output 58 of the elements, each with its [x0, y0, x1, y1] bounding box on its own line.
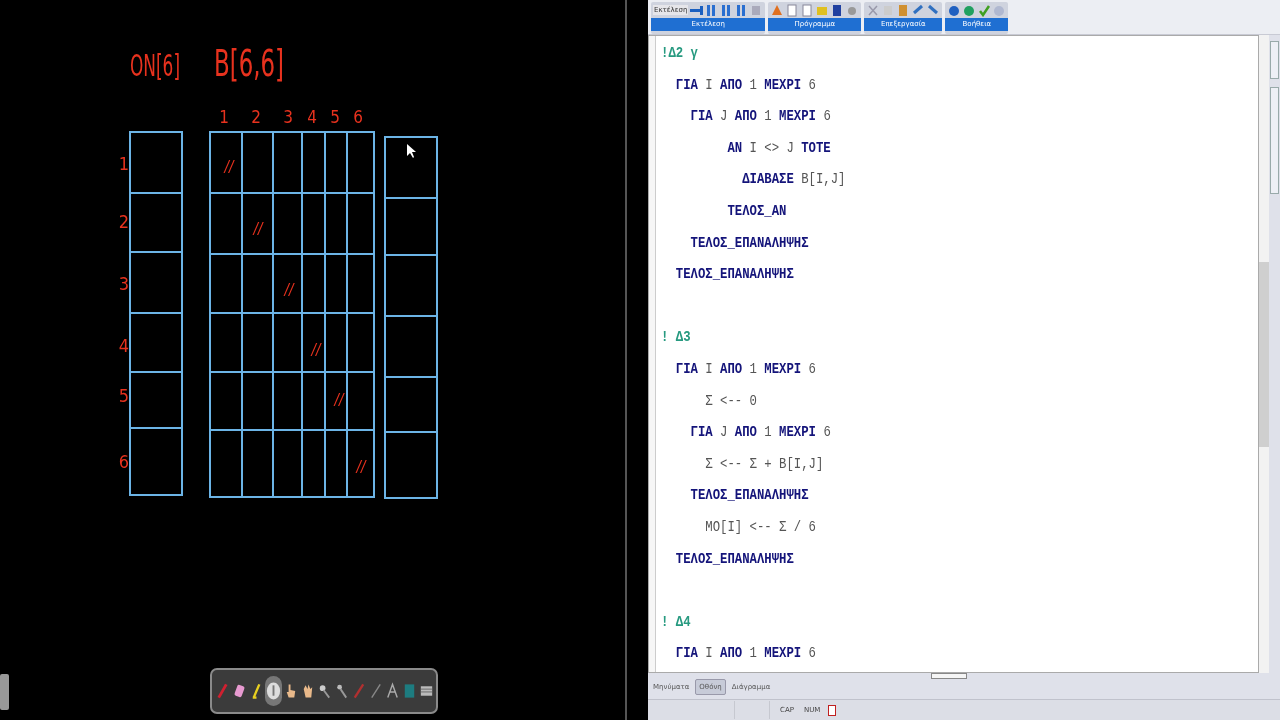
triangle-icon: [770, 3, 785, 17]
circle-icon: [962, 3, 977, 17]
handwritten-mark: //: [356, 458, 366, 476]
code-line: ΓΙΑ I ΑΠΟ 1 ΜΕΧΡΙ 6: [674, 359, 817, 380]
comment-line: ! Δ4: [661, 611, 692, 633]
tool-button[interactable]: [264, 676, 282, 706]
disk-icon: [264, 681, 282, 701]
column-number: 1: [219, 107, 229, 127]
code-line: ΜΟ[I] <-- Σ / 6: [704, 516, 817, 538]
page-icon: [800, 3, 815, 17]
row-number: 1: [118, 153, 130, 174]
code-line: ΓΙΑ J ΑΠΟ 1 ΜΕΧΡΙ 6: [689, 422, 832, 443]
side-tab[interactable]: [1270, 87, 1279, 194]
cut-icon: [866, 3, 881, 17]
scrollbar[interactable]: [1259, 35, 1269, 673]
handwritten-label: ON[6]: [130, 48, 210, 83]
slider-icon: [689, 3, 704, 17]
handwritten-mark: //: [311, 341, 321, 359]
code-line: ΤΕΛΟΣ_ΑΝ: [726, 201, 788, 222]
column-number: 5: [330, 107, 340, 127]
comment-line: !Δ2 γ: [661, 43, 699, 64]
page-icon: [785, 3, 800, 17]
row-number: 6: [118, 451, 130, 472]
handwritten-mark: //: [224, 158, 234, 176]
row-number: 5: [118, 385, 130, 406]
handwritten-label: B[6,6]: [214, 41, 319, 85]
row-number: 3: [118, 273, 130, 294]
code-line: ΤΕΛΟΣ_ΕΠΑΝΑΛΗΨΗΣ: [674, 548, 795, 570]
code-line: Σ <-- Σ + B[I,J]: [704, 453, 825, 475]
code-line: ΤΕΛΟΣ_ΕΠΑΝΑΛΗΨΗΣ: [689, 232, 810, 254]
cursor-icon: [407, 144, 416, 158]
check-icon: [977, 3, 992, 17]
column-number: 2: [251, 107, 261, 127]
document-icon: [828, 704, 837, 716]
column-number: 4: [307, 107, 317, 127]
code-line: Σ <-- 0: [704, 390, 758, 412]
code-line: ΤΕΛΟΣ_ΕΠΑΝΑΛΗΨΗΣ: [674, 264, 795, 285]
side-tab[interactable]: [1270, 41, 1279, 79]
code-editor[interactable]: [648, 35, 1259, 673]
side-handle[interactable]: [0, 674, 9, 710]
code-line: ΓΙΑ I ΑΠΟ 1 ΜΕΧΡΙ 6: [674, 643, 817, 664]
toolbar-button[interactable]: [911, 3, 926, 17]
handwritten-mark: //: [334, 391, 344, 409]
code-line: ΔΙΑΒΑΣΕ B[I,J]: [741, 169, 846, 190]
code-line: ΓΙΑ J ΑΠΟ 1 ΜΕΧΡΙ 6: [689, 106, 832, 127]
row-number: 2: [118, 211, 130, 232]
splitter-handle[interactable]: [931, 673, 967, 679]
column-number: 6: [353, 107, 363, 127]
column-number: 3: [283, 107, 293, 127]
code-line: ΓΙΑ I ΑΠΟ 1 ΜΕΧΡΙ 6: [674, 74, 817, 96]
code-line: ΤΕΛΟΣ_ΕΠΑΝΑΛΗΨΗΣ: [689, 485, 810, 506]
code-line: ΑΝ I <> J ΤΟΤΕ: [726, 137, 832, 159]
handwritten-mark: //: [253, 220, 263, 238]
comment-line: ! Δ3: [661, 327, 692, 348]
row-number: 4: [118, 335, 130, 356]
toolbar-button[interactable]: [689, 3, 704, 17]
handwritten-mark: //: [284, 281, 294, 299]
toolbar-button[interactable]: [926, 3, 941, 17]
